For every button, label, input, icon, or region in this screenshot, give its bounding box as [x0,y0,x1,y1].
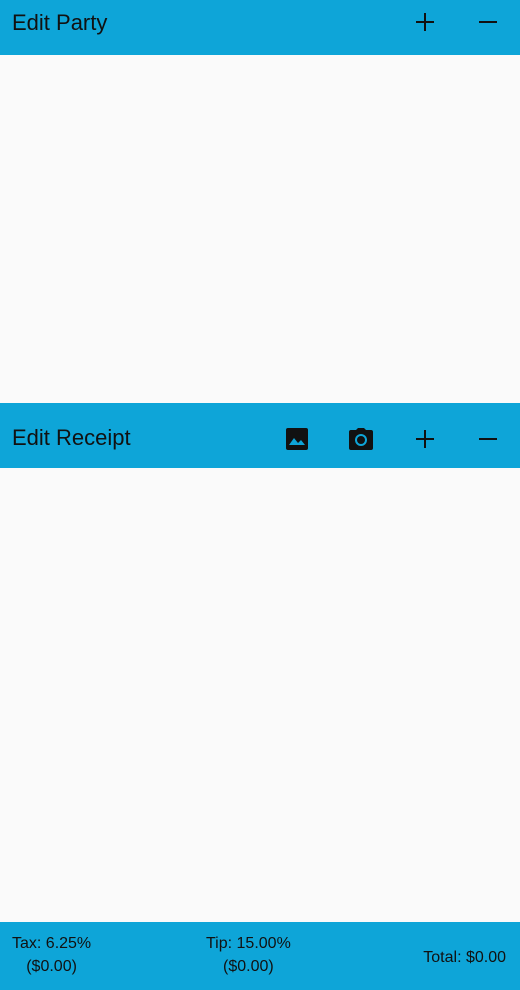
party-toolbar: Edit Party [0,0,520,55]
plus-icon [416,13,434,31]
gallery-button[interactable] [275,417,319,461]
party-list [0,55,520,403]
tax-label: Tax: 6.25% [12,935,92,952]
camera-icon [349,428,373,450]
image-icon [286,428,308,450]
add-party-member-button[interactable] [403,0,447,44]
total-summary: Total: $0.00 [423,946,506,969]
receipt-toolbar: Edit Receipt [0,403,520,468]
tip-summary[interactable]: Tip: 15.00% ($0.00) [206,932,291,978]
tax-amount: ($0.00) [26,958,77,975]
remove-party-member-button[interactable] [466,0,510,44]
add-receipt-item-button[interactable] [403,417,447,461]
minus-icon [479,438,497,440]
tip-label: Tip: 15.00% [206,935,291,952]
tax-summary[interactable]: Tax: 6.25% ($0.00) [12,932,91,978]
total-label: Total: $0.00 [423,949,506,966]
tip-amount: ($0.00) [223,958,274,975]
receipt-list [0,468,520,922]
summary-bar: Tax: 6.25% ($0.00) Tip: 15.00% ($0.00) T… [0,922,520,990]
plus-icon [416,430,434,448]
camera-button[interactable] [339,417,383,461]
remove-receipt-item-button[interactable] [466,417,510,461]
receipt-title: Edit Receipt [12,425,131,450]
minus-icon [479,21,497,23]
party-title: Edit Party [12,10,108,35]
